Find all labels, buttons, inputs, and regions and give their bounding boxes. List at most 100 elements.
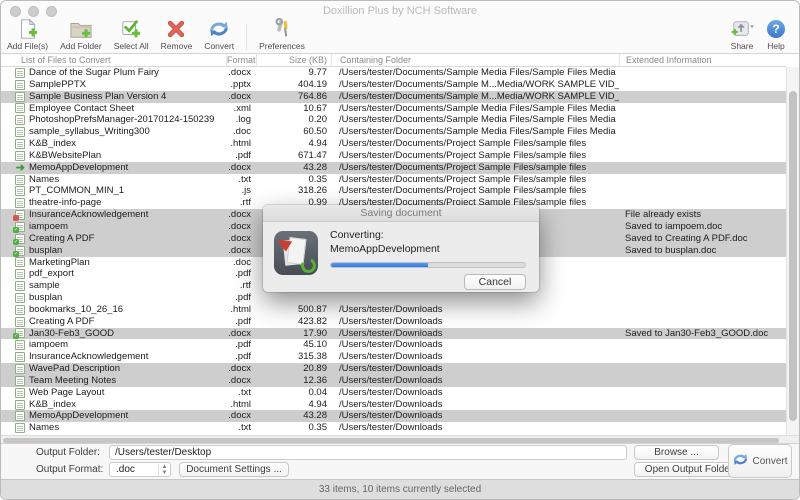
toolbar-label: Preferences — [259, 41, 305, 51]
file-format-cell: .docx — [226, 67, 256, 79]
table-row[interactable]: bookmarks_10_26_16.html500.87/Users/test… — [1, 304, 786, 316]
containing-folder-cell: /Users/tester/Downloads — [331, 339, 619, 351]
table-row[interactable]: Names.txt0.35/Users/tester/Downloads — [1, 422, 786, 434]
document-settings-button[interactable]: Document Settings ... — [179, 462, 289, 477]
table-row[interactable]: Names.txt0.35/Users/tester/Documents/Pro… — [1, 174, 786, 186]
file-format-cell: .txt — [226, 422, 256, 434]
file-saved-icon: ✓ — [1, 328, 29, 340]
output-format-select[interactable]: .doc ▲▼ — [109, 462, 171, 477]
convert-button-toolbar[interactable]: Convert — [198, 17, 240, 53]
file-format-cell: .docx — [226, 363, 256, 375]
file-icon — [1, 304, 29, 316]
file-size-cell: 60.50 — [256, 126, 331, 138]
convert-action-button[interactable]: Convert — [728, 444, 792, 478]
table-row[interactable]: Creating A PDF.pdf423.82/Users/tester/Do… — [1, 316, 786, 328]
file-icon — [1, 363, 29, 375]
table-row[interactable]: K&B_index.html4.94/Users/tester/Document… — [1, 138, 786, 150]
file-name-cell: Names — [29, 174, 226, 186]
table-row[interactable]: iampoem.pdf45.10/Users/tester/Downloads — [1, 339, 786, 351]
table-row[interactable]: busplan.pdf — [1, 292, 786, 304]
table-row[interactable]: MemoAppDevelopment.docx43.28/Users/teste… — [1, 410, 786, 422]
file-name-cell: busplan — [29, 245, 226, 257]
preferences-button[interactable]: Preferences — [253, 17, 311, 53]
file-name-cell: K&B_index — [29, 399, 226, 411]
stepper-arrows-icon: ▲▼ — [158, 464, 170, 476]
share-icon — [729, 18, 755, 40]
table-row[interactable]: WavePad Description.docx20.89/Users/test… — [1, 363, 786, 375]
table-row[interactable]: ✓Jan30-Feb3_GOOD.docx17.90/Users/tester/… — [1, 328, 786, 340]
table-row[interactable]: InsuranceAcknowledgement.pdf315.38/Users… — [1, 351, 786, 363]
file-name-cell: bookmarks_10_26_16 — [29, 304, 226, 316]
file-name-cell: WavePad Description — [29, 363, 226, 375]
table-row[interactable]: Web Page Layout.txt0.04/Users/tester/Dow… — [1, 387, 786, 399]
file-name-cell: pdf_export — [29, 268, 226, 280]
column-header-format[interactable]: Format — [226, 54, 256, 67]
footer-panel: Output Folder: /Users/tester/Desktop Bro… — [1, 444, 799, 479]
extended-info-cell — [619, 268, 786, 280]
file-name-cell: theatre-info-page — [29, 197, 226, 209]
share-button[interactable]: Share — [723, 17, 761, 53]
table-row[interactable]: K&B_index.html4.94/Users/tester/Download… — [1, 399, 786, 411]
horizontal-scrollbar-thumb[interactable] — [3, 438, 779, 443]
column-header-name[interactable]: List of Files to Convert — [21, 54, 226, 67]
column-header-folder[interactable]: Containing Folder — [331, 54, 619, 67]
column-header-extended-info[interactable]: Extended Information — [619, 54, 786, 67]
file-format-cell: .xml — [226, 103, 256, 115]
toolbar-separator — [246, 24, 247, 50]
file-size-cell: 0.20 — [256, 114, 331, 126]
file-icon — [1, 67, 29, 79]
add-file-icon — [17, 18, 39, 40]
extended-info-cell — [619, 138, 786, 150]
output-folder-input[interactable]: /Users/tester/Desktop — [109, 445, 627, 460]
file-format-cell: .docx — [226, 209, 256, 221]
file-size-cell: 12.36 — [256, 375, 331, 387]
output-format-value: .doc — [110, 464, 158, 475]
convert-icon — [732, 452, 749, 470]
file-size-cell: 17.90 — [256, 328, 331, 340]
table-row[interactable]: sample_syllabus_Writing300.doc60.50/User… — [1, 126, 786, 138]
preferences-icon — [272, 18, 292, 40]
remove-button[interactable]: Remove — [155, 17, 199, 53]
cancel-button[interactable]: Cancel — [464, 274, 526, 290]
help-button[interactable]: ? Help — [761, 17, 791, 53]
file-format-cell: .html — [226, 138, 256, 150]
file-icon — [1, 339, 29, 351]
table-row[interactable]: PT_COMMON_MIN_1.js318.26/Users/tester/Do… — [1, 185, 786, 197]
table-row[interactable]: Team Meeting Notes.docx12.36/Users/teste… — [1, 375, 786, 387]
table-row[interactable]: SamplePPTX.pptx404.19/Users/tester/Docum… — [1, 79, 786, 91]
dialog-converting-filename: MemoAppDevelopment — [330, 243, 440, 255]
containing-folder-cell: /Users/tester/Downloads — [331, 316, 619, 328]
file-name-cell: K&B_index — [29, 138, 226, 150]
file-format-cell: .docx — [226, 328, 256, 340]
browse-button[interactable]: Browse ... — [634, 445, 719, 460]
vertical-scrollbar-thumb[interactable] — [789, 91, 797, 421]
table-row[interactable]: Employee Contact Sheet.xml10.67/Users/te… — [1, 103, 786, 115]
file-format-cell: .pdf — [226, 351, 256, 363]
extended-info-cell: Saved to busplan.doc — [619, 245, 786, 257]
table-row[interactable]: ➜MemoAppDevelopment.docx43.28/Users/test… — [1, 162, 786, 174]
table-row[interactable]: Dance of the Sugar Plum Fairy.docx9.77/U… — [1, 67, 786, 79]
file-icon — [1, 150, 29, 162]
file-name-cell: Names — [29, 422, 226, 434]
file-icon — [1, 103, 29, 115]
file-icon — [1, 351, 29, 363]
table-row[interactable]: PhotoshopPrefsManager-20170124-150239.lo… — [1, 114, 786, 126]
horizontal-scrollbar[interactable] — [1, 435, 799, 444]
containing-folder-cell: /Users/tester/Documents/Sample M...Media… — [331, 91, 619, 103]
containing-folder-cell: /Users/tester/Documents/Sample M...Media… — [331, 79, 619, 91]
add-files-button[interactable]: Add File(s) — [1, 17, 54, 53]
file-saved-icon: ✓ — [1, 245, 29, 257]
column-header-size[interactable]: Size (KB) — [256, 54, 331, 67]
file-size-cell: 764.86 — [256, 91, 331, 103]
vertical-scrollbar[interactable] — [786, 67, 799, 435]
file-icon — [1, 292, 29, 304]
select-all-button[interactable]: Select All — [108, 17, 155, 53]
add-folder-button[interactable]: Add Folder — [54, 17, 108, 53]
extended-info-cell — [619, 103, 786, 115]
file-format-cell: .pdf — [226, 316, 256, 328]
containing-folder-cell: /Users/tester/Downloads — [331, 410, 619, 422]
table-row[interactable]: K&BWebsitePlan.pdf671.47/Users/tester/Do… — [1, 150, 786, 162]
table-row[interactable]: Sample Business Plan Version 4.docx764.8… — [1, 91, 786, 103]
extended-info-cell — [619, 257, 786, 269]
file-error-icon — [1, 209, 29, 221]
